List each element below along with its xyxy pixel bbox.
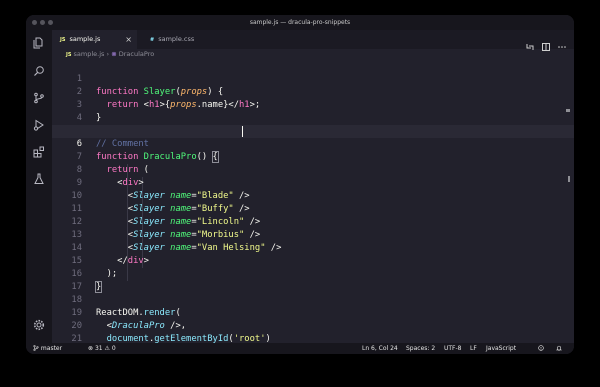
indentation-status[interactable]: Spaces: 2: [406, 343, 435, 354]
compare-changes-icon[interactable]: [526, 36, 534, 50]
code-line-9: 9 <Slayer name="Blade" />: [52, 164, 574, 201]
editor-window: sample.js — dracula-pro-snippets JS sampl…: [26, 15, 574, 354]
encoding-status[interactable]: UTF-8: [444, 343, 462, 354]
editor-actions: [526, 30, 566, 51]
code-line-7: 7 return (: [52, 138, 574, 175]
code-line-21: 21 );: [52, 320, 574, 354]
code-line-2: 2 return <h1>{props.name}</h1>;: [52, 73, 574, 110]
close-window-button[interactable]: [32, 20, 37, 25]
tab-sample-js[interactable]: JS sample.js ×: [52, 30, 137, 49]
branch-status[interactable]: master: [33, 343, 62, 354]
code-line-16: 16 }: [52, 255, 574, 293]
javascript-file-icon: JS: [66, 52, 72, 58]
code-line-13: 13 <Slayer name="Van Helsing" />: [52, 216, 574, 253]
tab-sample-css[interactable]: # sample.css: [137, 30, 215, 49]
breadcrumb-separator: ›: [106, 50, 110, 58]
git-branch-icon: [33, 345, 39, 351]
code-line-8: 8 <div>: [52, 151, 574, 188]
branch-name: master: [40, 345, 63, 352]
eol-status[interactable]: LF: [470, 343, 477, 354]
code-line-11: 11 <Slayer name="Lincoln" />: [52, 190, 574, 227]
error-icon: ⊗: [88, 345, 94, 352]
error-count: 31: [94, 345, 103, 352]
warning-icon: ⚠: [104, 345, 110, 352]
minimize-window-button[interactable]: [40, 20, 45, 25]
javascript-file-icon: JS: [60, 37, 66, 43]
language-mode[interactable]: JavaScript: [486, 343, 516, 354]
files-icon[interactable]: [33, 37, 45, 49]
flask-icon[interactable]: [33, 173, 45, 185]
scrollbar-thumb[interactable]: [568, 176, 570, 182]
close-tab-icon[interactable]: ×: [125, 30, 132, 49]
code-line-20: 20 document.getElementById('root'): [52, 307, 574, 344]
maximize-window-button[interactable]: [48, 20, 53, 25]
text-cursor: [242, 126, 243, 137]
code-line-18: 18 ReactDOM.render(: [52, 281, 574, 318]
settings-gear-icon[interactable]: [33, 319, 45, 331]
source-control-icon[interactable]: [33, 92, 45, 104]
scrollbar-marker[interactable]: [566, 109, 570, 112]
code-line-5: 5 // Comment: [52, 112, 574, 149]
title-bar: sample.js — dracula-pro-snippets: [26, 15, 574, 30]
tab-label: sample.js: [69, 35, 101, 43]
code-line-1: 1 function Slayer(props) {: [52, 60, 574, 97]
status-bar: master ⊗ 31 ⚠ 0 Ln 6, Col 24 Spaces: 2 U…: [26, 343, 574, 354]
tab-label: sample.css: [158, 35, 195, 43]
run-debug-icon[interactable]: [33, 119, 45, 131]
tab-bar: JS sample.js × # sample.css: [52, 30, 574, 51]
code-line-17: 17: [52, 268, 574, 292]
breadcrumb: JS sample.js › ⊗ DraculaPro: [52, 49, 574, 60]
extensions-icon[interactable]: [33, 146, 45, 158]
code-line-14: 14 </div>: [52, 229, 574, 266]
feedback-icon[interactable]: [538, 343, 544, 354]
code-line-10: 10 <Slayer name="Buffy" />: [52, 177, 574, 214]
notifications-bell-icon[interactable]: [556, 343, 562, 354]
code-editor[interactable]: 1 function Slayer(props) { 2 return <h1>…: [52, 60, 574, 354]
problems-status[interactable]: ⊗ 31 ⚠ 0: [88, 343, 116, 354]
more-actions-icon[interactable]: [558, 36, 566, 48]
search-icon[interactable]: [33, 65, 45, 77]
breadcrumb-symbol[interactable]: DraculaPro: [119, 50, 154, 58]
code-line-6: 6 function DraculaPro() {: [52, 125, 574, 163]
warning-count: 0: [111, 345, 116, 352]
window-title: sample.js — dracula-pro-snippets: [249, 19, 351, 26]
symbol-icon: ⊗: [111, 50, 117, 58]
code-line-4: 4: [52, 99, 574, 123]
breadcrumb-file[interactable]: sample.js: [74, 50, 105, 58]
code-line-12: 12 <Slayer name="Morbius" />: [52, 203, 574, 240]
activity-bar: [26, 30, 52, 343]
code-line-15: 15 );: [52, 242, 574, 279]
split-editor-icon[interactable]: [542, 36, 550, 51]
css-file-icon: #: [150, 37, 155, 43]
cursor-position[interactable]: Ln 6, Col 24: [362, 343, 398, 354]
code-line-3: 3 }: [52, 86, 574, 123]
code-line-19: 19 <DraculaPro />,: [52, 294, 574, 331]
